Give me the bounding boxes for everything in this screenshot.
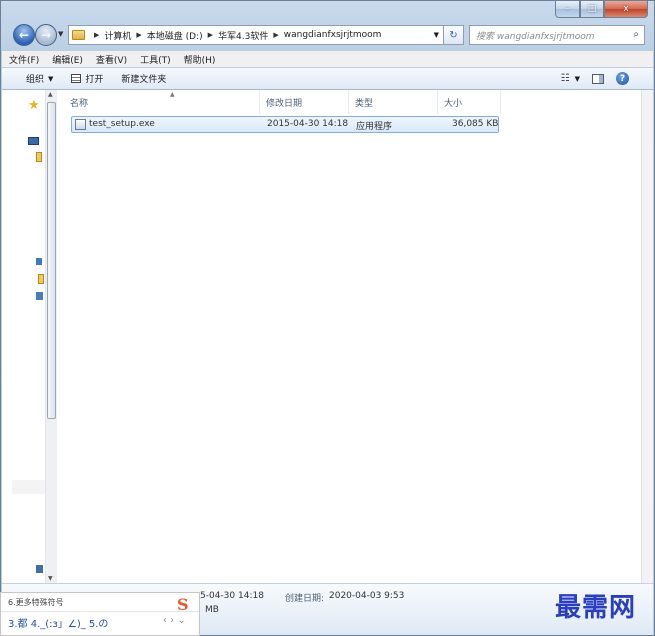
search-box[interactable]: 搜索 wangdianfxsjrjtmoom ⌕ <box>469 25 645 45</box>
address-bar[interactable]: ▶ 计算机 ▶ 本地磁盘 (D:) ▶ 华军4.3软件 ▶ wangdianfx… <box>68 25 444 45</box>
network-bottom-icon[interactable] <box>36 565 43 573</box>
details-created-value: 2020-04-03 9:53 <box>329 591 405 601</box>
refresh-icon: ↻ <box>449 29 458 41</box>
computer-icon[interactable] <box>28 137 39 145</box>
open-label: 打开 <box>85 75 104 85</box>
views-icon[interactable]: ☷ <box>561 73 570 84</box>
open-button[interactable]: 打开 <box>71 72 103 85</box>
column-type-label: 类型 <box>355 98 374 109</box>
menu-help[interactable]: 帮助(H) <box>184 53 216 66</box>
nav-pane-scrollbar[interactable]: ▲ ▼ <box>45 90 57 583</box>
breadcrumb: ▶ 计算机 ▶ 本地磁盘 (D:) ▶ 华军4.3软件 ▶ wangdianfx… <box>89 29 381 42</box>
organize-button[interactable]: 组织 ▼ <box>26 72 54 86</box>
drive-icon[interactable] <box>36 292 43 300</box>
address-dropdown-icon[interactable]: ▼ <box>434 31 439 39</box>
column-date-label: 修改日期 <box>266 98 303 109</box>
file-date: 2015-04-30 14:18 <box>267 119 349 129</box>
file-row[interactable]: test_setup.exe 2015-04-30 14:18 应用程序 36,… <box>71 116 499 133</box>
breadcrumb-current-folder[interactable]: wangdianfxsjrjtmoom <box>284 30 382 40</box>
open-icon <box>71 74 82 83</box>
command-bar-right: ☷ ▼ ? <box>561 72 629 85</box>
forward-button[interactable]: → <box>35 24 57 46</box>
organize-label: 组织 <box>26 75 45 85</box>
column-type[interactable]: 类型 <box>349 90 438 114</box>
nav-scroll-thumb[interactable] <box>47 102 56 419</box>
ime-hint[interactable]: 6.更多特殊符号 <box>8 597 64 608</box>
column-size[interactable]: 大小 <box>438 90 501 114</box>
chevron-right-icon[interactable]: ▶ <box>273 31 278 39</box>
recent-pages-dropdown[interactable]: ▼ <box>58 30 63 38</box>
ime-divider <box>1 611 199 612</box>
watermark: 最需网 <box>554 593 636 623</box>
network-icon[interactable] <box>36 258 42 265</box>
refresh-button[interactable]: ↻ <box>444 25 464 45</box>
views-dropdown-icon[interactable]: ▼ <box>575 75 580 83</box>
file-list-scrollbar[interactable] <box>641 90 653 583</box>
navigation-row: ← → ▼ ▶ 计算机 ▶ 本地磁盘 (D:) ▶ 华军4.3软件 ▶ wang… <box>13 23 647 49</box>
breadcrumb-software[interactable]: 华军4.3软件 <box>218 29 268 42</box>
column-name-label: 名称 <box>70 98 89 109</box>
menu-file[interactable]: 文件(F) <box>9 53 39 66</box>
chevron-down-icon: ▼ <box>48 74 54 83</box>
column-headers: 名称 ▲ 修改日期 类型 大小 <box>58 90 641 114</box>
file-size: 36,085 KB <box>452 119 499 129</box>
ime-candidate-bar: 6.更多特殊符号 S 3.都 4._(:з」∠)_ 5.の ‹ › ⌄ <box>0 592 200 636</box>
preview-pane-icon[interactable] <box>592 73 604 84</box>
arrow-right-icon: → <box>40 28 52 42</box>
menu-bar: 文件(F) 编辑(E) 查看(V) 工具(T) 帮助(H) <box>2 51 653 67</box>
library-icon[interactable] <box>36 152 42 162</box>
minimize-button[interactable]: – <box>555 1 580 18</box>
menu-edit[interactable]: 编辑(E) <box>52 53 83 66</box>
search-placeholder: 搜索 wangdianfxsjrjtmoom <box>476 31 595 42</box>
details-size: MB <box>205 605 219 615</box>
ime-candidates[interactable]: 3.都 4._(:з」∠)_ 5.の <box>8 615 108 630</box>
ime-page-arrows-icon[interactable]: ‹ › ⌄ <box>163 615 186 626</box>
file-list-pane: 名称 ▲ 修改日期 类型 大小 test_setup.exe 2015-04-3… <box>58 90 641 583</box>
scroll-down-icon[interactable]: ▼ <box>48 575 53 582</box>
scroll-up-icon[interactable]: ▲ <box>48 91 53 98</box>
file-name: test_setup.exe <box>89 119 155 129</box>
arrow-left-icon: ← <box>18 28 30 42</box>
details-created-label: 创建日期: <box>285 594 325 604</box>
sort-up-icon: ▲ <box>170 91 175 98</box>
navigation-pane: ★ ≡ ▲ ▼ <box>2 90 57 583</box>
column-date[interactable]: 修改日期 <box>260 90 349 114</box>
chevron-right-icon[interactable]: ▶ <box>208 31 213 39</box>
caption-buttons: – □ x <box>555 1 648 18</box>
new-folder-button[interactable]: 新建文件夹 <box>121 72 166 85</box>
column-size-label: 大小 <box>444 98 463 109</box>
folder-icon <box>72 30 85 40</box>
help-icon[interactable]: ? <box>616 72 629 85</box>
details-modified: 5-04-30 14:18 <box>200 591 264 601</box>
close-button[interactable]: x <box>604 1 648 18</box>
menu-tools[interactable]: 工具(T) <box>140 53 171 66</box>
chevron-right-icon[interactable]: ▶ <box>94 31 99 39</box>
content-area: ★ ≡ ▲ ▼ 名称 ▲ 修改日期 <box>2 90 653 583</box>
folder-small-icon[interactable] <box>38 274 44 284</box>
column-name[interactable]: 名称 ▲ <box>64 90 260 114</box>
breadcrumb-computer[interactable]: 计算机 <box>104 29 131 42</box>
command-bar: 组织 ▼ 打开 新建文件夹 ☷ ▼ ? <box>2 68 653 90</box>
new-folder-label: 新建文件夹 <box>121 75 167 85</box>
back-button[interactable]: ← <box>13 24 35 46</box>
search-icon[interactable]: ⌕ <box>633 29 639 40</box>
chevron-right-icon[interactable]: ▶ <box>136 31 141 39</box>
breadcrumb-local-disk[interactable]: 本地磁盘 (D:) <box>147 29 203 42</box>
explorer-window: – □ x ← → ▼ ▶ 计算机 ▶ 本地磁盘 (D:) ▶ 华军4.3软件 … <box>0 0 655 636</box>
file-type: 应用程序 <box>356 122 393 132</box>
menu-view[interactable]: 查看(V) <box>96 53 127 66</box>
application-icon <box>75 119 86 130</box>
favorites-star-icon[interactable]: ★ <box>28 98 40 113</box>
nav-pane-gap <box>12 480 45 494</box>
maximize-button[interactable]: □ <box>580 1 604 18</box>
